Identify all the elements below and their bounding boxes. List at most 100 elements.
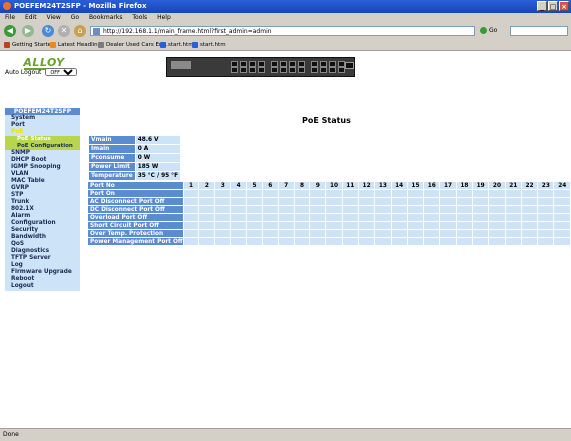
status-cell	[294, 190, 310, 197]
menu-file[interactable]: File	[5, 14, 15, 21]
sidebar-item-poe-status[interactable]: PoE Status	[5, 136, 80, 143]
status-cell	[326, 198, 342, 205]
sidebar-item-qos[interactable]: QoS	[5, 241, 80, 248]
close-button[interactable]: ×	[559, 1, 569, 11]
maximize-button[interactable]: □	[548, 1, 558, 11]
sidebar-item-gvrp[interactable]: GVRP	[5, 185, 80, 192]
sidebar-item-reboot[interactable]: Reboot	[5, 276, 80, 283]
status-cell	[424, 222, 440, 229]
sidebar-item-trunk[interactable]: Trunk	[5, 199, 80, 206]
bookmark-start-1[interactable]: start.htm	[160, 40, 194, 50]
sidebar-item-bandwidth[interactable]: Bandwidth	[5, 234, 80, 241]
status-row-label: Overload Port Off	[88, 214, 183, 221]
port-22-icon[interactable]	[329, 67, 336, 73]
menu-help[interactable]: Help	[157, 14, 171, 21]
status-cell	[278, 190, 294, 197]
menu-go[interactable]: Go	[71, 14, 79, 21]
status-cell	[278, 198, 294, 205]
stop-icon[interactable]: ✕	[58, 25, 70, 37]
port-number-header: 7	[278, 182, 294, 189]
status-cell	[326, 238, 342, 245]
port-20-icon[interactable]	[320, 67, 327, 73]
go-label: Go	[489, 27, 498, 34]
status-cell	[489, 238, 505, 245]
sidebar-item-poe-configuration[interactable]: PoE Configuration	[5, 143, 80, 150]
sidebar-item-tftp-server[interactable]: TFTP Server	[5, 255, 80, 262]
status-cell	[407, 238, 424, 245]
port-16-icon[interactable]	[298, 67, 305, 73]
status-cell	[262, 222, 278, 229]
port-12-icon[interactable]	[280, 67, 287, 73]
table-row: Port On	[88, 190, 570, 197]
go-button[interactable]: Go	[480, 26, 497, 36]
port-14-icon[interactable]	[289, 67, 296, 73]
sidebar-item-poe[interactable]: PoE	[5, 129, 80, 136]
sidebar-item-alarm[interactable]: Alarm	[5, 213, 80, 220]
status-cell	[456, 230, 472, 237]
status-cell	[278, 230, 294, 237]
menu-edit[interactable]: Edit	[25, 14, 37, 21]
sidebar-item-igmp-snooping[interactable]: IGMP Snooping	[5, 164, 80, 171]
forward-arrow-icon[interactable]: ▶	[22, 25, 34, 37]
port-number-header: 13	[375, 182, 391, 189]
menu-view[interactable]: View	[47, 14, 61, 21]
info-label: Vmain	[89, 136, 135, 144]
info-row-power-limit: Power Limit 185 W	[89, 163, 181, 171]
port-8-icon[interactable]	[258, 67, 265, 73]
status-cell	[456, 238, 472, 245]
status-cell	[440, 198, 456, 205]
port-18-icon[interactable]	[311, 67, 318, 73]
info-label: Imain	[89, 145, 135, 153]
sidebar-item-configuration[interactable]: Configuration	[5, 220, 80, 227]
status-cell	[375, 214, 391, 221]
bookmark-latest-headlines[interactable]: Latest Headlines	[50, 40, 104, 50]
sidebar-item-stp[interactable]: STP	[5, 192, 80, 199]
port-10-icon[interactable]	[271, 67, 278, 73]
port-6-icon[interactable]	[249, 67, 256, 73]
sidebar-item-system[interactable]: System	[5, 115, 80, 122]
status-cell	[554, 222, 570, 229]
port-4-icon[interactable]	[240, 67, 247, 73]
back-arrow-icon[interactable]: ◀	[4, 25, 16, 37]
port-24-icon[interactable]	[338, 67, 345, 73]
status-cell	[473, 198, 489, 205]
port-2-icon[interactable]	[231, 67, 238, 73]
status-cell	[505, 190, 521, 197]
switch-brand-plate	[171, 61, 191, 69]
search-input[interactable]	[510, 26, 568, 36]
menu-tools[interactable]: Tools	[132, 14, 147, 21]
bookmark-getting-started[interactable]: Getting Started	[4, 40, 55, 50]
status-cell	[473, 190, 489, 197]
bookmark-dealer-used-cars[interactable]: Dealer Used Cars En...	[98, 40, 168, 50]
sidebar-item-mac-table[interactable]: MAC Table	[5, 178, 80, 185]
menu-bookmarks[interactable]: Bookmarks	[89, 14, 123, 21]
status-cell	[247, 230, 262, 237]
bookmark-icon	[160, 41, 166, 48]
port-number-header: 15	[407, 182, 424, 189]
status-cell	[554, 230, 570, 237]
sidebar-item-snmp[interactable]: SNMP	[5, 150, 80, 157]
status-cell	[342, 214, 358, 221]
port-number-header: 4	[231, 182, 247, 189]
sidebar-item-log[interactable]: Log	[5, 262, 80, 269]
status-cell	[215, 198, 231, 205]
switch-image	[166, 57, 355, 77]
sidebar-item-security[interactable]: Security	[5, 227, 80, 234]
info-value: 0 A	[135, 145, 181, 153]
home-icon[interactable]: ⌂	[74, 25, 86, 37]
minimize-button[interactable]: _	[537, 1, 547, 11]
sidebar-item-diagnostics[interactable]: Diagnostics	[5, 248, 80, 255]
address-bar[interactable]: http://192.168.1.1/main_frame.html?first…	[90, 26, 475, 36]
sidebar-item-logout[interactable]: Logout	[5, 283, 80, 290]
sidebar-item-firmware-upgrade[interactable]: Firmware Upgrade	[5, 269, 80, 276]
sidebar-item-dhcp-boot[interactable]: DHCP Boot	[5, 157, 80, 164]
sfp-port-icon[interactable]	[345, 62, 354, 69]
sidebar-item-vlan[interactable]: VLAN	[5, 171, 80, 178]
bookmark-start-2[interactable]: start.htm	[192, 40, 226, 50]
status-cell	[456, 214, 472, 221]
reload-icon[interactable]: ↻	[42, 25, 54, 37]
sidebar-item-port[interactable]: Port	[5, 122, 80, 129]
status-cell	[231, 214, 247, 221]
auto-logout-select[interactable]: OFF	[45, 68, 78, 76]
sidebar-item-8021x[interactable]: 802.1X	[5, 206, 80, 213]
